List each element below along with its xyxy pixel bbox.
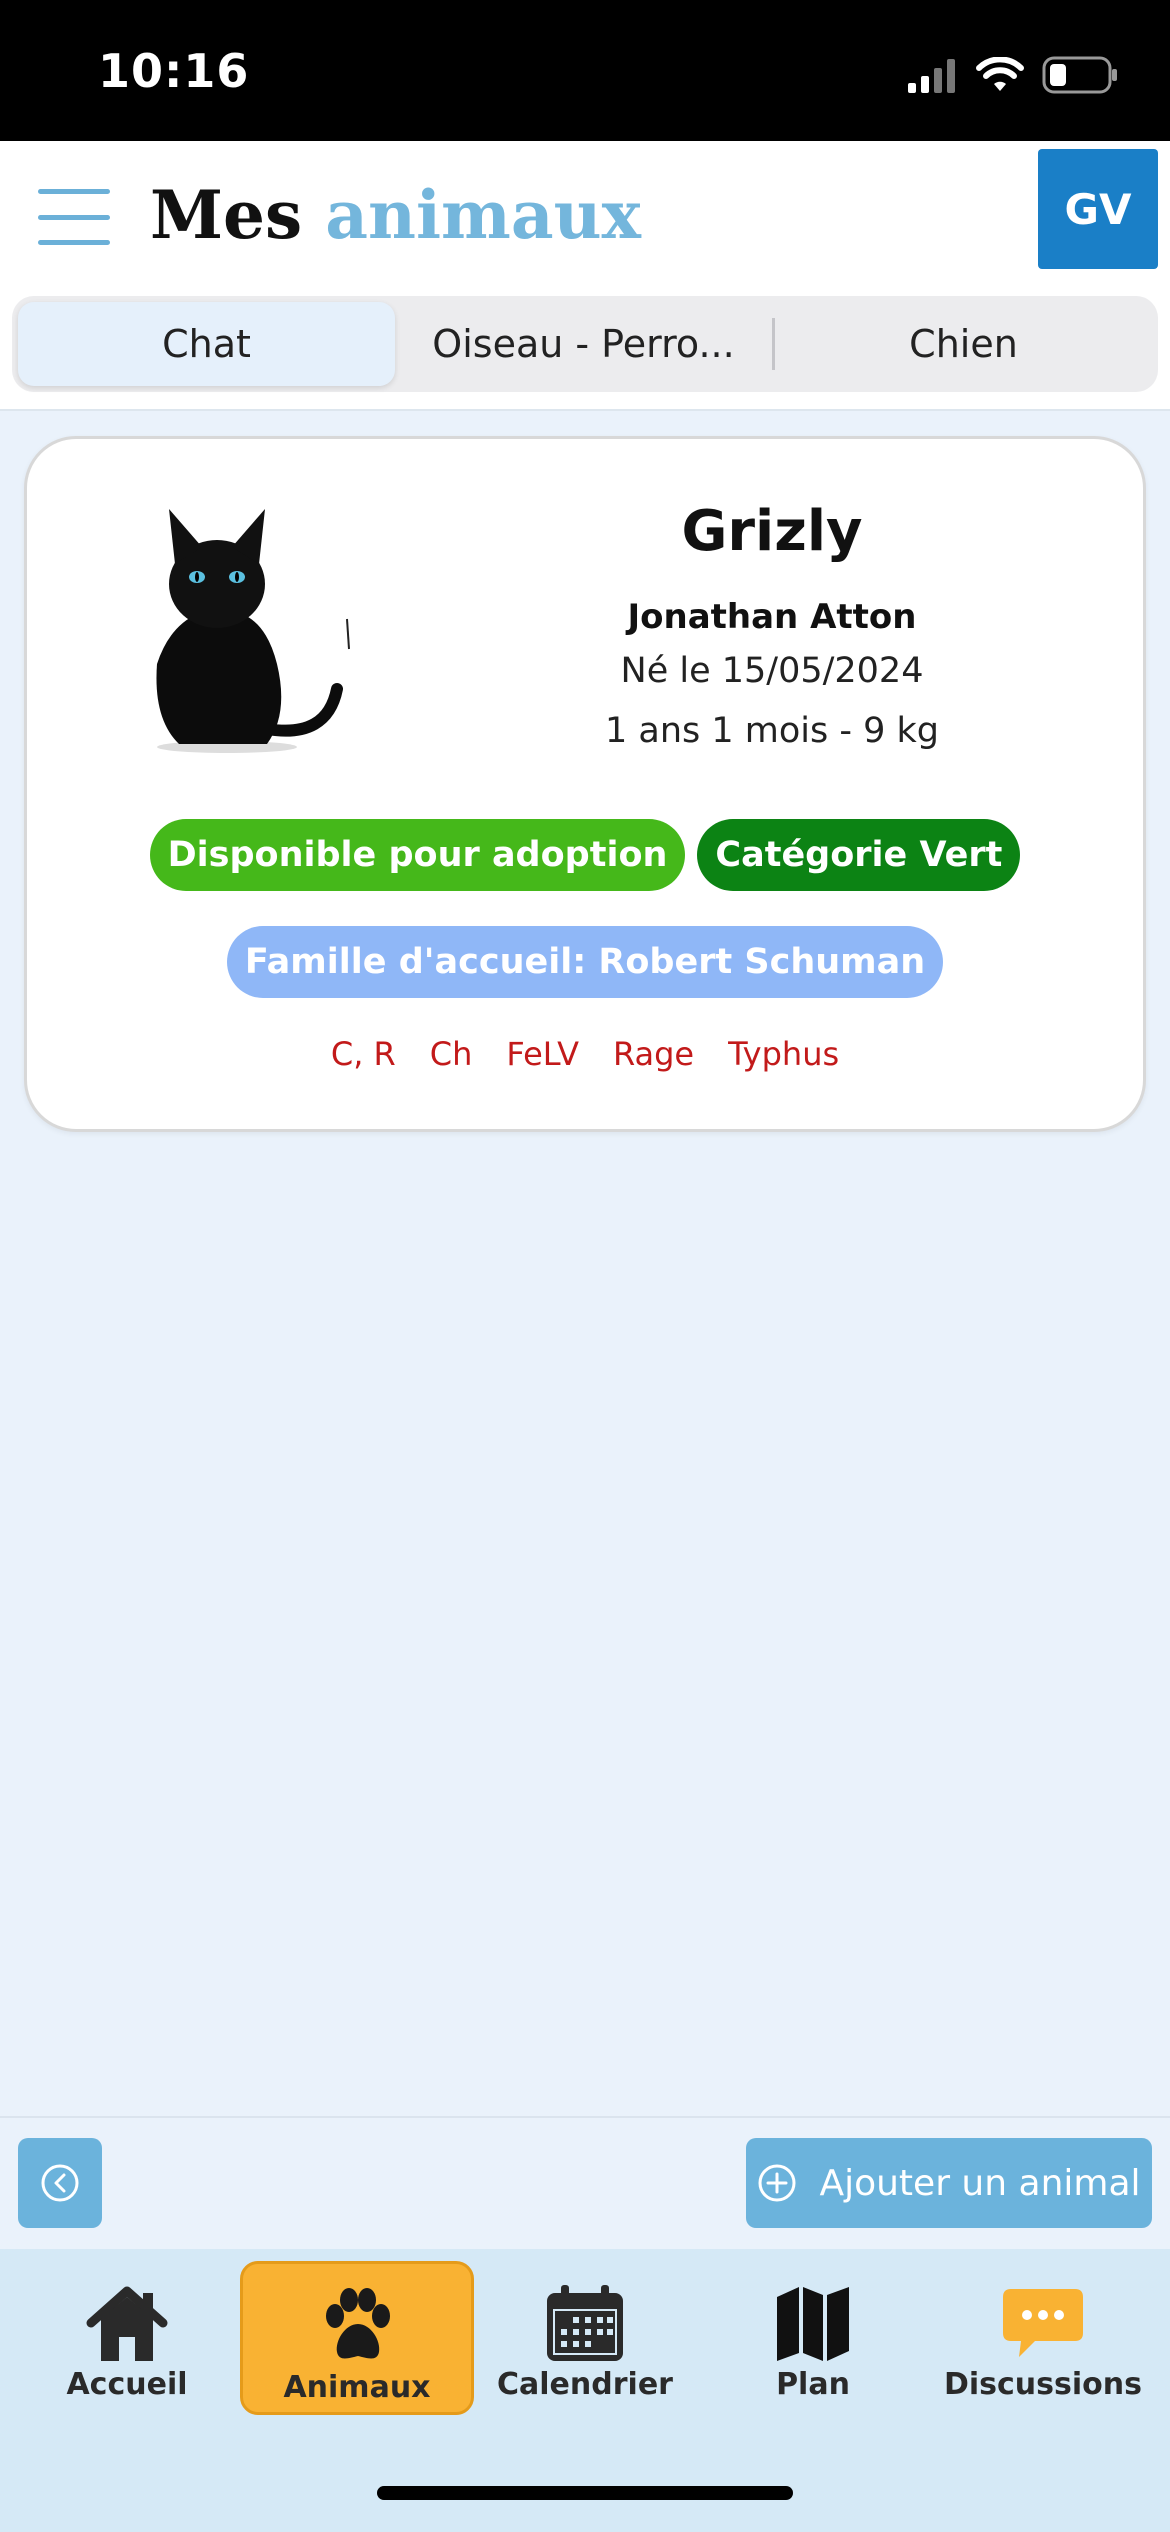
page-title: Mes animaux [150, 175, 641, 255]
tabbar-item-plan[interactable]: Plan [696, 2261, 930, 2415]
pet-birth-date: Né le 15/05/2024 [620, 651, 924, 691]
category-badge: Catégorie Vert [697, 819, 1021, 891]
tabbar-item-animaux[interactable]: Animaux [240, 2261, 474, 2415]
cat-photo [156, 509, 350, 753]
tabbar-label: Discussions [943, 2367, 1142, 2402]
tab-chat[interactable]: Chat [18, 302, 395, 386]
back-button[interactable] [18, 2138, 102, 2228]
tabbar-item-accueil[interactable]: Accueil [10, 2261, 244, 2415]
tabbar-item-calendrier[interactable]: Calendrier [468, 2261, 702, 2415]
foster-badge-row: Famille d'accueil: Robert Schuman [27, 926, 1143, 998]
page-title-part1: Mes [150, 176, 303, 254]
user-avatar-button[interactable]: GV [1038, 149, 1158, 269]
add-animal-label: Ajouter un animal [819, 2162, 1141, 2204]
arrow-left-circle-icon [41, 2164, 79, 2202]
vaccine-tag: Rage [612, 1035, 695, 1073]
status-bar: 10:16 [0, 0, 1170, 141]
species-tabs: Chat Oiseau - Perro... Chien [12, 296, 1158, 392]
animal-card[interactable]: Grizly Jonathan Atton Né le 15/05/2024 1… [24, 436, 1146, 1132]
chat-bubble-icon [1003, 2289, 1083, 2357]
vaccine-tag: Typhus [728, 1035, 840, 1073]
species-tabs-container: Chat Oiseau - Perro... Chien [0, 296, 1170, 411]
battery-icon [1042, 56, 1117, 94]
paw-icon [326, 2288, 390, 2359]
bottom-tab-bar: Accueil Animaux Calendrier Plan Discussi… [0, 2249, 1170, 2532]
pet-owner: Jonathan Atton [627, 597, 917, 637]
home-icon [86, 2286, 168, 2361]
status-badges: Disponible pour adoption Catégorie Vert [27, 819, 1143, 891]
tabbar-item-discussions[interactable]: Discussions [926, 2261, 1160, 2415]
status-icons [908, 50, 1118, 100]
home-indicator [377, 2486, 793, 2500]
calendar-icon [547, 2285, 623, 2361]
pet-name: Grizly [681, 499, 863, 564]
vaccine-tag: C, R [330, 1035, 396, 1073]
page-title-part2: animaux [325, 176, 641, 254]
adoption-status-badge: Disponible pour adoption [149, 819, 686, 891]
hamburger-menu-icon[interactable] [38, 189, 110, 245]
wifi-icon [976, 57, 1024, 91]
vaccine-tag: Ch [429, 1035, 473, 1073]
bottom-actions-bar: Ajouter un animal [0, 2116, 1170, 2249]
add-animal-button[interactable]: Ajouter un animal [746, 2138, 1152, 2228]
signal-icon [908, 59, 955, 93]
status-time: 10:16 [98, 44, 250, 98]
tabbar-label: Animaux [283, 2370, 431, 2405]
tabbar-label: Plan [776, 2367, 850, 2402]
tab-chien[interactable]: Chien [775, 302, 1152, 386]
foster-family-badge: Famille d'accueil: Robert Schuman [226, 926, 944, 998]
pet-age-weight: 1 ans 1 mois - 9 kg [604, 711, 939, 751]
tabbar-label: Calendrier [497, 2367, 673, 2402]
vaccine-tag: FeLV [506, 1035, 579, 1073]
tabbar-label: Accueil [66, 2367, 188, 2402]
tab-oiseau[interactable]: Oiseau - Perro... [395, 302, 772, 386]
vaccine-tags: C, R Ch FeLV Rage Typhus [27, 1035, 1143, 1073]
map-icon [777, 2287, 849, 2361]
plus-circle-icon [758, 2164, 796, 2202]
app-header: Mes animaux GV [0, 141, 1170, 296]
